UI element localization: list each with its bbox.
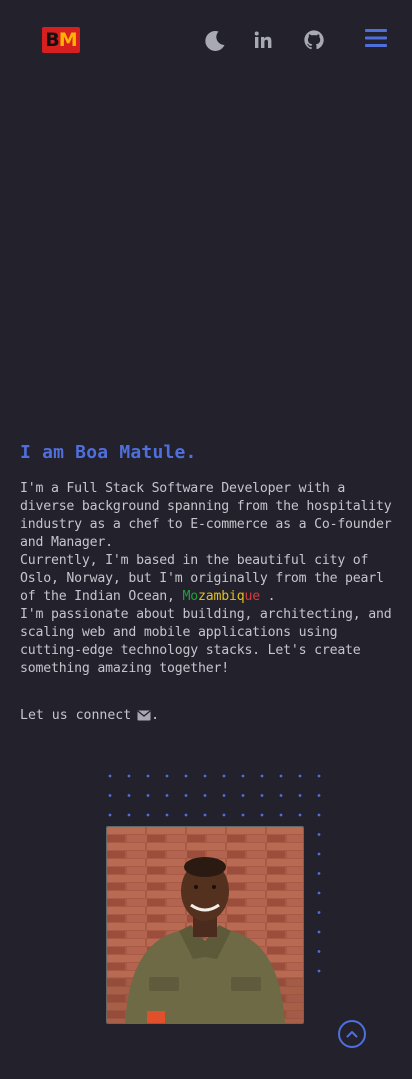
connect-suffix: . bbox=[151, 708, 160, 723]
envelope-icon[interactable] bbox=[137, 710, 151, 721]
mozambique-part-2: zambiq bbox=[198, 589, 245, 604]
logo-letter-b: B bbox=[45, 29, 60, 51]
linkedin-icon[interactable] bbox=[251, 28, 275, 52]
connect-label: Let us connect bbox=[20, 708, 132, 723]
bio-paragraph-3: I'm passionate about building, architect… bbox=[20, 607, 392, 676]
connect-line: Let us connect . bbox=[20, 708, 159, 723]
bio-paragraph-2-end: . bbox=[259, 589, 276, 604]
site-logo[interactable]: BM bbox=[42, 27, 80, 53]
bio-paragraph-2: Currently, I'm based in the beautiful ci… bbox=[20, 553, 384, 604]
profile-photo bbox=[106, 826, 304, 1024]
hero-title: I am Boa Matule. bbox=[20, 442, 197, 463]
logo-letter-m: M bbox=[58, 29, 78, 51]
hero-section: I am Boa Matule. I'm a Full Stack Softwa… bbox=[20, 440, 396, 678]
mozambique-link[interactable]: Mozambique bbox=[182, 589, 261, 604]
mozambique-part-3: ue bbox=[244, 589, 260, 604]
chevron-up-icon bbox=[346, 1031, 358, 1038]
hamburger-menu-icon[interactable] bbox=[362, 25, 390, 51]
scroll-to-top-button[interactable] bbox=[338, 1020, 366, 1048]
mozambique-part-1: Mo bbox=[182, 589, 199, 604]
site-header: BM bbox=[0, 0, 412, 80]
bio-paragraph-1: I'm a Full Stack Software Developer with… bbox=[20, 481, 392, 550]
github-icon[interactable] bbox=[302, 28, 326, 52]
bio-text: I'm a Full Stack Software Developer with… bbox=[20, 480, 396, 678]
moon-icon[interactable] bbox=[202, 28, 228, 54]
